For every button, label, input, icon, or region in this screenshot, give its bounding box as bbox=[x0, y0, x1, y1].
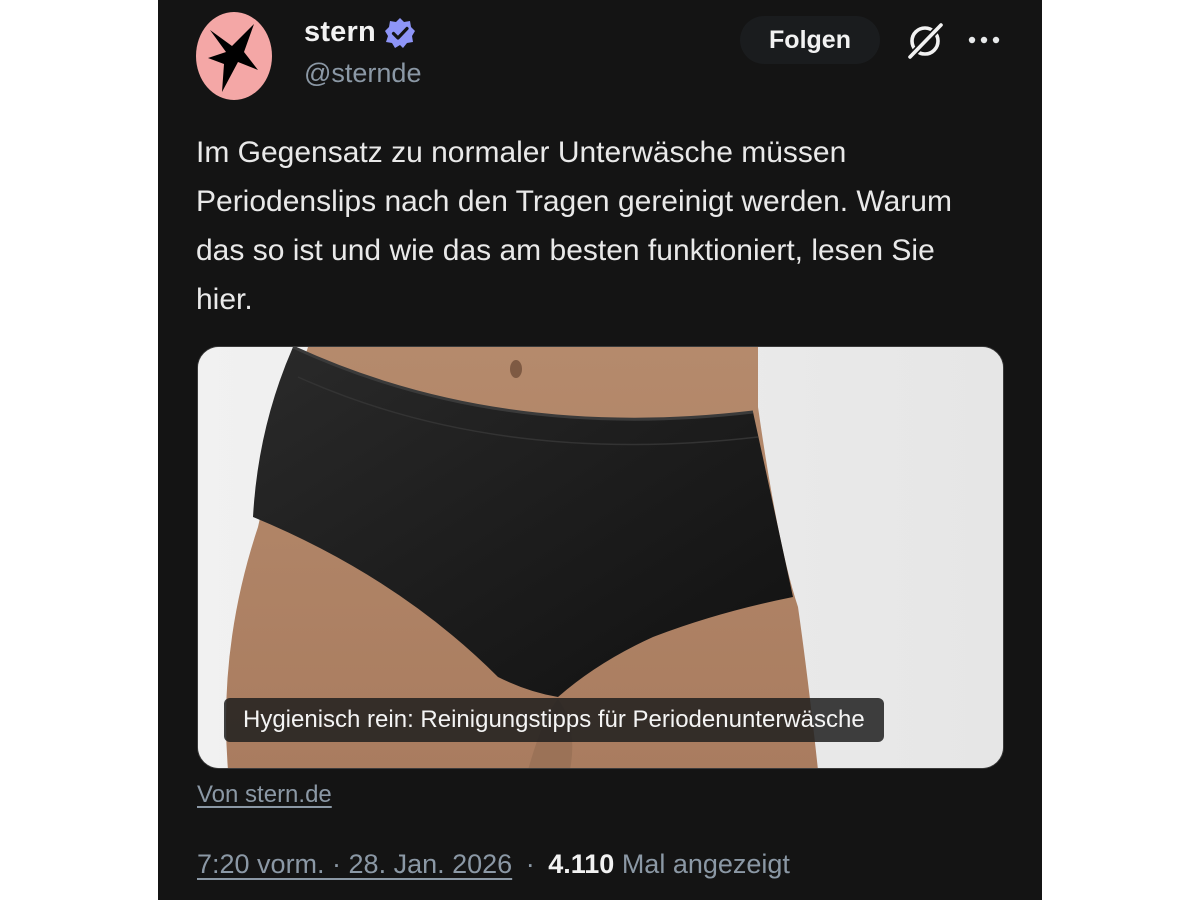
meta-separator: · bbox=[525, 849, 535, 879]
more-options-icon[interactable] bbox=[964, 20, 1004, 60]
verified-badge-icon bbox=[384, 17, 415, 48]
grok-icon[interactable] bbox=[904, 20, 946, 62]
source-link[interactable]: Von stern.de bbox=[197, 781, 332, 809]
link-card[interactable]: Hygienisch rein: Reinigungstipps für Per… bbox=[197, 346, 1004, 769]
tweet-metadata: 7:20 vorm. · 28. Jan. 2026 · 4.110 Mal a… bbox=[197, 849, 790, 880]
stern-logo-icon bbox=[208, 24, 258, 92]
avatar[interactable] bbox=[196, 12, 272, 100]
tweet-panel: stern @sternde Folgen Im Gegensatz zu no… bbox=[158, 0, 1042, 900]
card-title: Hygienisch rein: Reinigungstipps für Per… bbox=[224, 698, 884, 742]
views-label: Mal angezeigt bbox=[621, 849, 790, 879]
views-count: 4.110 bbox=[548, 849, 615, 879]
author-name[interactable]: stern bbox=[304, 16, 376, 49]
follow-button[interactable]: Folgen bbox=[740, 16, 880, 64]
timestamp-link[interactable]: 7:20 vorm. · 28. Jan. 2026 bbox=[197, 849, 512, 879]
author-handle[interactable]: @sternde bbox=[304, 58, 421, 89]
author-row: stern bbox=[304, 16, 416, 49]
tweet-text: Im Gegensatz zu normaler Unterwäsche müs… bbox=[196, 136, 952, 316]
